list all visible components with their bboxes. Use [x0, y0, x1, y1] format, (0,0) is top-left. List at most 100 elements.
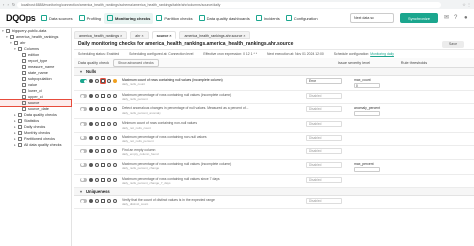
address-bar[interactable]: localhost:8888/monitoring/connection/ame… [17, 1, 441, 8]
status-icon [113, 94, 117, 98]
run-check-icon[interactable] [101, 162, 105, 167]
quality-check-label: Data quality check [78, 60, 110, 65]
settings-icon[interactable] [89, 135, 93, 140]
folder-icon [18, 125, 22, 129]
settings-icon[interactable] [89, 107, 93, 112]
tree-item-all-data-quality-checks[interactable]: ▸ All data quality checks [0, 142, 71, 148]
enable-toggle[interactable] [80, 177, 87, 182]
tree-item-label: Statistics [24, 119, 40, 123]
category-uniqueness[interactable]: ▾ Uniqueness [74, 188, 474, 197]
enable-toggle[interactable] [80, 135, 87, 140]
nav-tab-configuration[interactable]: Configuration [283, 13, 321, 24]
next-data-scheduler-select[interactable]: Next data sc [350, 13, 394, 23]
nav-tab-monitoring-checks[interactable]: Monitoring checks [104, 12, 154, 24]
clock-icon[interactable] [95, 135, 99, 140]
column-icon [22, 65, 26, 69]
settings-icon[interactable] [89, 149, 93, 154]
check-description: Detect anomalous changes in percentage o… [122, 106, 252, 114]
results-icon[interactable] [107, 177, 111, 182]
column-icon [22, 89, 26, 93]
severity-select[interactable]: Disabled [306, 148, 342, 155]
enable-toggle[interactable] [80, 162, 87, 167]
enable-toggle[interactable] [80, 79, 87, 83]
results-icon[interactable] [107, 135, 111, 140]
rule-label: anomaly_percent [354, 106, 381, 111]
page-tab-0[interactable]: america_health_rankings × [74, 31, 128, 39]
results-icon[interactable] [107, 94, 111, 98]
settings-icon[interactable] [89, 177, 93, 182]
settings-icon[interactable] [89, 199, 93, 204]
results-icon[interactable] [107, 79, 111, 83]
rule-value-input[interactable] [354, 166, 380, 172]
nav-tab-label: Monitoring checks [115, 15, 151, 21]
run-check-icon[interactable] [101, 149, 105, 154]
clock-icon[interactable] [95, 177, 99, 182]
run-check-icon[interactable] [99, 77, 107, 85]
settings-icon[interactable] [89, 122, 93, 127]
severity-select[interactable]: Disabled [306, 134, 342, 141]
user-icon[interactable]: ● [464, 15, 470, 21]
run-check-icon[interactable] [101, 94, 105, 98]
nav-tab-data-sources[interactable]: Data sources [38, 13, 76, 24]
enable-toggle[interactable] [80, 149, 87, 154]
clock-icon[interactable] [95, 79, 99, 83]
run-check-icon[interactable] [101, 135, 105, 140]
browser-extensions-icon[interactable]: ☆ ⋮ [441, 2, 471, 7]
run-check-icon[interactable] [101, 122, 105, 127]
help-icon[interactable]: ? [454, 15, 460, 21]
synchronize-button[interactable]: Synchronize [400, 13, 438, 23]
clock-icon[interactable] [95, 122, 99, 127]
results-icon[interactable] [107, 162, 111, 167]
check-name: daily_nulls_percent [122, 97, 148, 102]
results-icon[interactable] [107, 122, 111, 127]
browser-nav-icons[interactable]: ‹ › ↻ [3, 2, 17, 7]
severity-select[interactable]: Disabled [306, 93, 342, 99]
clock-icon[interactable] [95, 107, 99, 112]
enable-toggle[interactable] [80, 122, 87, 127]
rule-value-input[interactable]: 0 [354, 83, 380, 88]
results-icon[interactable] [107, 107, 111, 112]
clock-icon[interactable] [95, 199, 99, 204]
page-tab-3[interactable]: america_health_rankings.ahr.source × [179, 31, 251, 39]
severity-select[interactable]: Disabled [306, 161, 342, 168]
nav-tab-data-quality-dashboards[interactable]: Data quality dashboards [196, 13, 253, 24]
page-tab-2[interactable]: source × [151, 31, 177, 39]
scheduling-info: Scheduling status: Enabled Scheduling co… [74, 50, 474, 58]
clock-icon[interactable] [95, 94, 99, 98]
page-tab-1[interactable]: ahr × [130, 31, 149, 39]
clock-icon[interactable] [95, 162, 99, 167]
clock-icon[interactable] [95, 149, 99, 154]
run-check-icon[interactable] [101, 199, 105, 204]
severity-select[interactable]: Disabled [306, 106, 342, 113]
nav-tab-incidents[interactable]: Incidents [253, 13, 283, 24]
results-icon[interactable] [107, 149, 111, 154]
settings-icon[interactable] [89, 94, 93, 98]
run-check-icon[interactable] [101, 107, 105, 112]
rule-value-input[interactable] [354, 111, 380, 117]
save-button[interactable]: Save [442, 40, 464, 48]
category-nulls[interactable]: ▾ Nulls [74, 68, 474, 76]
next-data-label: Next data sc [354, 16, 374, 20]
scheduling-configured: Scheduling configured at: Connection lev… [129, 52, 194, 56]
results-icon[interactable] [107, 199, 111, 204]
rule-threshold: anomaly_percent [354, 106, 414, 117]
show-advanced-button[interactable]: Show advanced checks [113, 58, 159, 67]
folder-icon [18, 137, 22, 141]
severity-select[interactable]: Disabled [306, 121, 342, 128]
severity-select[interactable]: Error [306, 78, 342, 84]
notifications-icon[interactable]: ✉ [444, 15, 450, 21]
rule-label: max_percent [354, 161, 374, 166]
schedule-link[interactable]: Monitoring daily [370, 52, 394, 56]
severity-select[interactable]: Disabled [306, 198, 342, 205]
run-check-icon[interactable] [101, 177, 105, 182]
nav-tab-profiling[interactable]: Profiling [76, 13, 104, 24]
dqops-logo[interactable]: DQOps [0, 13, 38, 23]
enable-toggle[interactable] [80, 199, 87, 204]
enable-toggle[interactable] [80, 107, 87, 112]
settings-icon[interactable] [89, 79, 93, 83]
check-description: Maximum percentage of rows containing nu… [122, 162, 252, 170]
settings-icon[interactable] [89, 162, 93, 167]
nav-tab-partition-checks[interactable]: Partition checks [153, 13, 195, 24]
severity-select[interactable]: Disabled [306, 176, 342, 183]
enable-toggle[interactable] [80, 94, 87, 98]
